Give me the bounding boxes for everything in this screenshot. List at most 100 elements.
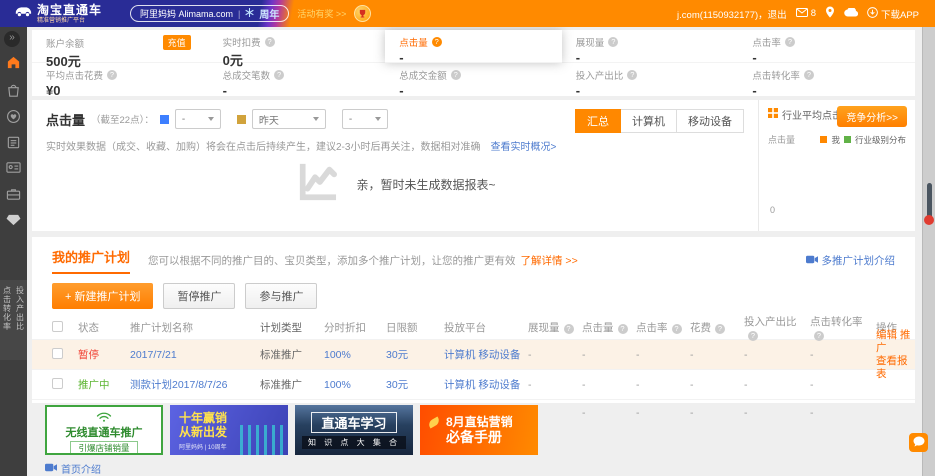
compete-analysis-button[interactable]: 竞争分析>> — [837, 106, 907, 127]
snowflake-icon — [245, 8, 254, 19]
select-all-checkbox[interactable] — [52, 321, 63, 332]
cell-roi: - — [744, 349, 810, 361]
banner-brand: 阿里妈妈 | 10周年 — [179, 442, 227, 451]
date-select-today[interactable]: - — [175, 109, 221, 129]
stat-label: 点击率 — [752, 35, 781, 49]
sidebar-item-favorites[interactable] — [6, 109, 21, 124]
join-campaign-button[interactable]: 参与推广 — [245, 283, 317, 309]
stat-avg-click-cost[interactable]: 平均点击花费? ¥0 — [32, 63, 209, 96]
car-logo-icon — [14, 4, 32, 23]
row-checkbox[interactable] — [52, 348, 63, 359]
view-report-link[interactable]: 查看报表 — [876, 355, 908, 380]
legend-me-swatch — [820, 136, 827, 143]
sidebar-expand-button[interactable]: » — [4, 31, 20, 47]
banner-august-handbook[interactable]: 8月直钻营销 必备手册 — [420, 405, 538, 455]
sidebar-metric-tool[interactable]: 点击转化率 投入产出比 — [0, 280, 27, 360]
discount-link[interactable]: 100% — [324, 349, 351, 361]
new-campaign-button[interactable]: + 新建推广计划 — [52, 283, 153, 309]
tab-computer[interactable]: 计算机 — [620, 109, 677, 133]
sidebar-item-account-card[interactable] — [6, 161, 21, 176]
info-icon[interactable]: ? — [804, 70, 814, 80]
download-label: 下载APP — [881, 7, 919, 21]
tab-mobile[interactable]: 移动设备 — [676, 109, 744, 133]
platform-link[interactable]: 计算机 移动设备 — [444, 379, 520, 391]
stat-label: 总成交金额 — [399, 68, 447, 82]
location-button[interactable] — [825, 6, 835, 21]
stat-account-balance[interactable]: 账户余额 充值 500元 — [32, 30, 209, 63]
info-icon[interactable]: ? — [451, 70, 461, 80]
stat-value: - — [399, 50, 562, 65]
stat-roi[interactable]: 投入产出比? - — [562, 63, 739, 96]
info-icon[interactable]: ? — [715, 324, 725, 334]
sidebar-item-tools[interactable] — [6, 187, 21, 202]
daily-limit-link[interactable]: 30元 — [386, 349, 408, 361]
stat-clicks-selected[interactable]: 点击量? - — [385, 30, 562, 63]
pause-campaign-button[interactable]: 暂停推广 — [163, 283, 235, 309]
info-icon[interactable]: ? — [814, 331, 824, 341]
mail-indicator[interactable]: 8 — [796, 8, 816, 20]
info-icon[interactable]: ? — [627, 70, 637, 80]
info-icon[interactable]: ? — [618, 324, 628, 334]
tab-my-campaigns[interactable]: 我的推广计划 — [52, 247, 130, 274]
campaign-name-link[interactable]: 测款计划2017/8/7/26 — [130, 379, 227, 391]
date-select-compare[interactable]: 昨天 — [252, 109, 326, 129]
campaign-name-link[interactable]: 2017/7/21 — [130, 349, 177, 361]
banner-ten-year[interactable]: 十年赢销 从新出发 阿里妈妈 | 10周年 — [170, 405, 288, 455]
info-icon[interactable]: ? — [785, 37, 795, 47]
mail-count: 8 — [811, 8, 816, 19]
info-icon[interactable]: ? — [274, 70, 284, 80]
info-icon[interactable]: ? — [265, 37, 275, 47]
multi-campaign-intro-link[interactable]: 多推广计划介绍 — [806, 253, 896, 268]
recharge-button[interactable]: 充值 — [163, 35, 191, 50]
info-icon[interactable]: ? — [564, 324, 574, 334]
date-select-compare2[interactable]: - — [342, 109, 388, 129]
cloud-icon — [844, 8, 858, 20]
learn-more-link[interactable]: 了解详情 >> — [521, 253, 578, 268]
sidebar-item-reports[interactable] — [6, 135, 21, 150]
edit-link[interactable]: 编辑 — [876, 329, 897, 341]
user-account-logout[interactable]: j.com(1150932177)，退出 — [677, 7, 787, 21]
empty-chart-icon — [294, 162, 340, 207]
stat-realtime-cost[interactable]: 实时扣费? 0元 — [209, 30, 386, 63]
top-header: 淘宝直通车 精准营销推广平台 阿里妈妈 Alimama.com | 周年 活动有… — [0, 0, 935, 27]
stat-conversion-rate[interactable]: 点击转化率? - — [738, 63, 915, 96]
stat-total-amount[interactable]: 总成交金额? - — [385, 63, 562, 96]
sidebar-item-home[interactable] — [6, 55, 21, 70]
info-icon[interactable]: ? — [432, 37, 442, 47]
download-app-link[interactable]: 下载APP — [867, 7, 919, 21]
info-icon[interactable]: ? — [107, 70, 117, 80]
platform-link[interactable]: 计算机 移动设备 — [444, 349, 520, 361]
info-icon[interactable]: ? — [608, 37, 618, 47]
chat-button[interactable] — [909, 433, 928, 452]
banner-wireless-promo[interactable]: 无线直通车推广 引爆店铺销量 — [45, 405, 163, 455]
info-icon[interactable]: ? — [672, 324, 682, 334]
sidebar-item-vip[interactable] — [6, 213, 21, 228]
daily-limit-link[interactable]: 30元 — [386, 379, 408, 391]
tab-summary[interactable]: 汇总 — [575, 109, 621, 133]
sidebar-item-shop[interactable] — [6, 83, 21, 98]
buildings-decoration — [240, 425, 286, 455]
row-checkbox[interactable] — [52, 378, 63, 389]
cloud-button[interactable] — [844, 8, 858, 20]
stat-ctr[interactable]: 点击率? - — [738, 30, 915, 63]
total-roi: - — [744, 407, 810, 419]
alimama-anniversary-badge[interactable]: 阿里妈妈 Alimama.com | 周年 — [130, 5, 289, 22]
discount-link[interactable]: 100% — [324, 379, 351, 391]
info-icon[interactable]: ? — [748, 331, 758, 341]
stat-value: - — [399, 83, 562, 98]
app-logo[interactable]: 淘宝直通车 精准营销推广平台 — [14, 4, 102, 24]
legend-compare-swatch — [237, 115, 246, 124]
chevron-down-icon — [375, 117, 381, 121]
chevron-down-icon — [208, 117, 214, 121]
stat-impressions[interactable]: 展现量? - — [562, 30, 739, 63]
home-intro-link[interactable]: 首页介绍 — [45, 461, 101, 476]
realtime-overview-link[interactable]: 查看实时概况> — [490, 142, 556, 153]
clicks-chart-area: 点击量 （截至22点）： - 昨天 - 汇总 计算机 移动设备 实时效果数据（成… — [32, 100, 759, 231]
trophy-icon[interactable] — [354, 5, 371, 22]
promo-link[interactable]: 活动有奖 >> — [297, 7, 346, 20]
stat-total-orders[interactable]: 总成交笔数? - — [209, 63, 386, 96]
header-roi: 投入产出比? — [744, 314, 810, 341]
banner-learning[interactable]: 直通车学习 知 识 点 大 集 合 — [295, 405, 413, 455]
header-conversion: 点击转化率? — [810, 314, 876, 341]
scrollbar-track[interactable] — [922, 27, 935, 476]
